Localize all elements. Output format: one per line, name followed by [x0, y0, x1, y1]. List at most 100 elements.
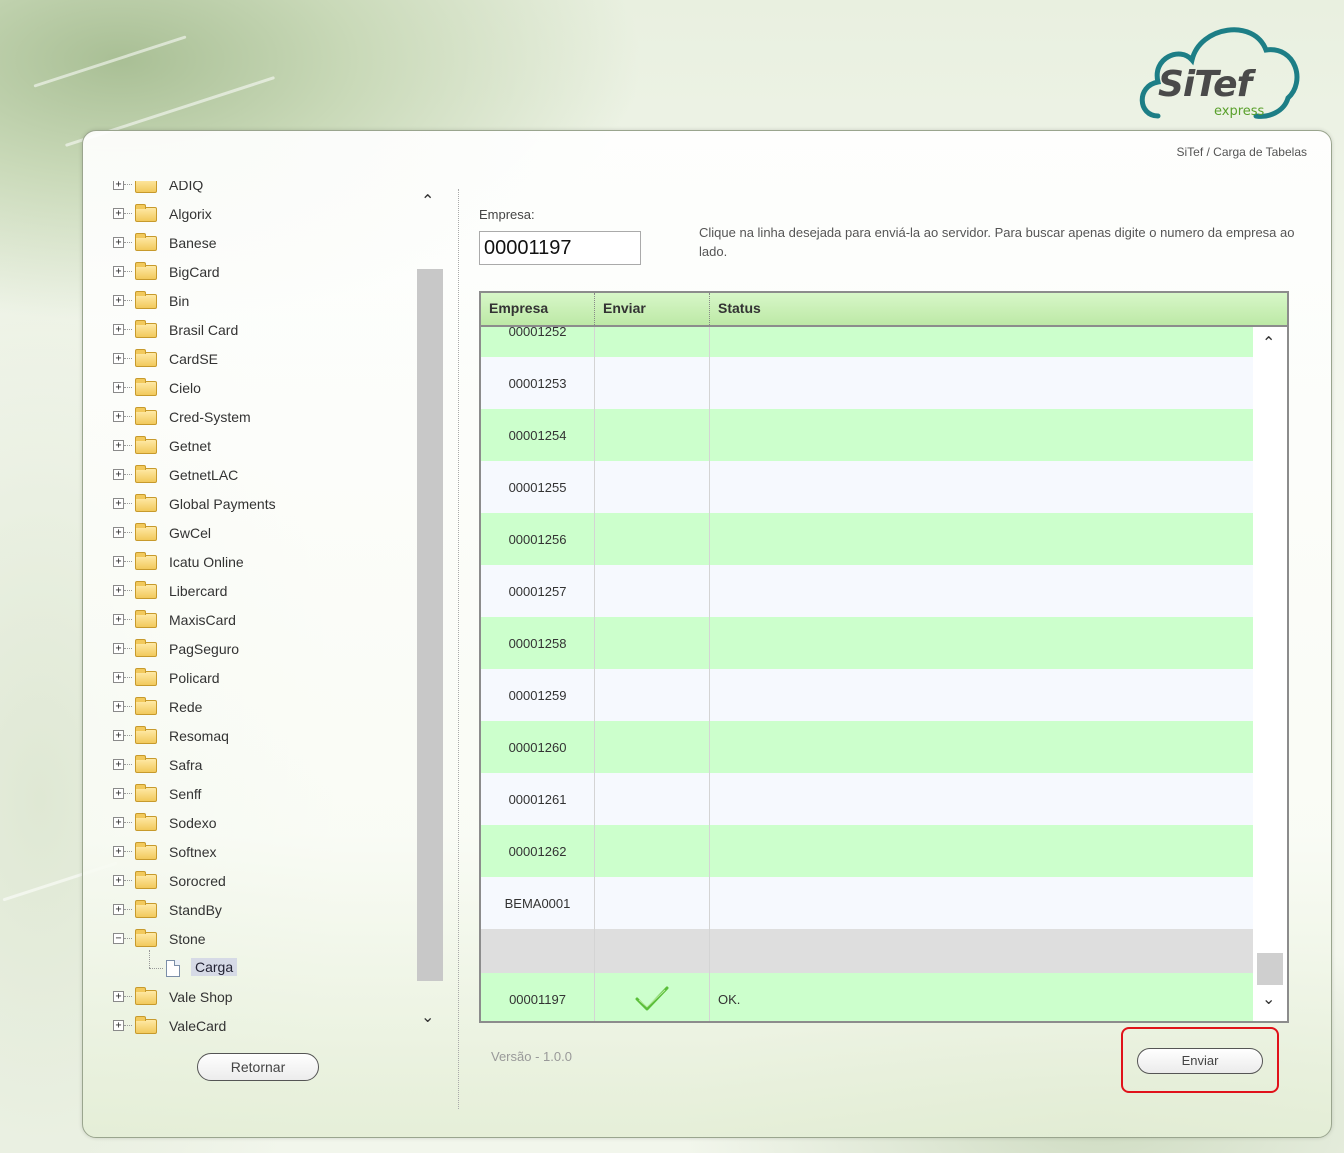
expand-icon[interactable]: + — [113, 701, 124, 712]
retornar-button[interactable]: Retornar — [197, 1053, 319, 1081]
expand-icon[interactable]: + — [113, 730, 124, 741]
tree-connector — [124, 677, 132, 678]
folder-icon — [135, 639, 157, 657]
expand-icon[interactable]: + — [113, 585, 124, 596]
table-row[interactable]: 00001257 — [481, 565, 1253, 617]
tree-item[interactable]: + Policard — [113, 664, 429, 693]
tree-item[interactable]: + Libercard — [113, 577, 429, 606]
tree-child-item[interactable]: Carga — [113, 950, 429, 983]
tree-item[interactable]: + MaxisCard — [113, 606, 429, 635]
tree-item[interactable]: + Getnet — [113, 432, 429, 461]
empresa-input[interactable] — [479, 231, 641, 265]
expand-icon[interactable]: + — [113, 875, 124, 886]
tree-scroll-thumb[interactable] — [417, 269, 443, 981]
grid-scroll-thumb[interactable] — [1257, 953, 1283, 985]
expand-icon[interactable]: + — [113, 614, 124, 625]
expand-icon[interactable]: + — [113, 498, 124, 509]
expand-icon[interactable]: + — [113, 324, 124, 335]
status-cell — [710, 327, 1253, 357]
tree-item-label: Icatu Online — [169, 554, 244, 570]
tree-item[interactable]: + Sodexo — [113, 809, 429, 838]
tree-item[interactable]: + GwCel — [113, 519, 429, 548]
tree-item[interactable]: + Icatu Online — [113, 548, 429, 577]
enviar-button[interactable]: Enviar — [1137, 1048, 1263, 1074]
expand-icon[interactable]: + — [113, 643, 124, 654]
grid-scrollbar[interactable]: ⌃ ⌄ — [1253, 327, 1287, 1021]
tree-item[interactable]: + Algorix — [113, 200, 429, 229]
tree-item[interactable]: + ADIQ — [113, 181, 429, 200]
tree-item[interactable]: + PagSeguro — [113, 635, 429, 664]
tree-item[interactable]: + Global Payments — [113, 490, 429, 519]
expand-icon[interactable]: + — [113, 353, 124, 364]
table-row[interactable]: 00001253 — [481, 357, 1253, 409]
expand-icon[interactable]: + — [113, 237, 124, 248]
tree-item-label: Getnet — [169, 438, 212, 454]
tree-item[interactable]: + Resomaq — [113, 722, 429, 751]
scroll-up-icon[interactable]: ⌃ — [421, 191, 434, 210]
tree-item[interactable]: + Safra — [113, 751, 429, 780]
table-row[interactable]: 00001262 — [481, 825, 1253, 877]
tree-item[interactable]: − Stone — [113, 925, 429, 954]
tree-item[interactable]: + Cielo — [113, 374, 429, 403]
expand-icon[interactable]: + — [113, 469, 124, 480]
tree-item[interactable]: + Brasil Card — [113, 316, 429, 345]
expand-icon[interactable]: + — [113, 440, 124, 451]
grid-header: Empresa Enviar Status — [481, 293, 1287, 327]
tree-connector — [124, 735, 132, 736]
table-row[interactable]: 00001197 OK. — [481, 973, 1253, 1021]
column-header-enviar[interactable]: Enviar — [595, 293, 710, 325]
expand-icon[interactable]: + — [113, 208, 124, 219]
expand-icon[interactable]: + — [113, 181, 124, 190]
tree-item-label: Cred-System — [169, 409, 251, 425]
expand-icon[interactable]: + — [113, 904, 124, 915]
expand-icon[interactable]: + — [113, 527, 124, 538]
table-row[interactable]: 00001255 — [481, 461, 1253, 513]
tree-connector — [124, 329, 132, 330]
tree-item[interactable]: + Senff — [113, 780, 429, 809]
tree-item[interactable]: + Cred-System — [113, 403, 429, 432]
tree-item[interactable]: + ValeCard — [113, 1012, 429, 1041]
enviar-cell — [595, 669, 710, 721]
expand-icon[interactable]: + — [113, 411, 124, 422]
tree-item[interactable]: + Banese — [113, 229, 429, 258]
scroll-up-icon[interactable]: ⌃ — [1262, 333, 1275, 352]
scroll-down-icon[interactable]: ⌄ — [421, 1007, 434, 1026]
expand-icon[interactable]: + — [113, 788, 124, 799]
expand-icon[interactable]: + — [113, 991, 124, 1002]
expand-icon[interactable]: + — [113, 295, 124, 306]
table-row[interactable]: 00001252 — [481, 327, 1253, 357]
table-row[interactable]: 00001254 — [481, 409, 1253, 461]
tree-item[interactable]: + Softnex — [113, 838, 429, 867]
tree-item[interactable]: + Vale Shop — [113, 983, 429, 1012]
table-row[interactable]: 00001258 — [481, 617, 1253, 669]
expand-icon[interactable]: + — [113, 556, 124, 567]
tree-item[interactable]: + StandBy — [113, 896, 429, 925]
tree-item[interactable]: + Sorocred — [113, 867, 429, 896]
expand-icon[interactable]: + — [113, 1020, 124, 1031]
tree-item[interactable]: + Rede — [113, 693, 429, 722]
table-row[interactable]: 00001260 — [481, 721, 1253, 773]
expand-icon[interactable]: + — [113, 817, 124, 828]
column-header-status[interactable]: Status — [710, 293, 1287, 325]
table-row[interactable]: 00001256 — [481, 513, 1253, 565]
tree-item-label: MaxisCard — [169, 612, 236, 628]
table-row[interactable]: BEMA0001 — [481, 877, 1253, 929]
expand-icon[interactable]: + — [113, 382, 124, 393]
expand-icon[interactable]: + — [113, 846, 124, 857]
enviar-cell — [595, 513, 710, 565]
tree-item[interactable]: + GetnetLAC — [113, 461, 429, 490]
tree-item[interactable]: + BigCard — [113, 258, 429, 287]
tree-item[interactable]: + CardSE — [113, 345, 429, 374]
expand-icon[interactable]: + — [113, 266, 124, 277]
expand-icon[interactable]: + — [113, 672, 124, 683]
tree-item[interactable]: + Bin — [113, 287, 429, 316]
table-row[interactable]: 00001259 — [481, 669, 1253, 721]
tree-scrollbar[interactable]: ⌃ ⌄ — [415, 185, 445, 1043]
table-row[interactable] — [481, 929, 1253, 973]
status-cell — [710, 877, 1253, 929]
collapse-icon[interactable]: − — [113, 933, 124, 944]
table-row[interactable]: 00001261 — [481, 773, 1253, 825]
scroll-down-icon[interactable]: ⌄ — [1262, 989, 1275, 1008]
column-header-empresa[interactable]: Empresa — [481, 293, 595, 325]
expand-icon[interactable]: + — [113, 759, 124, 770]
